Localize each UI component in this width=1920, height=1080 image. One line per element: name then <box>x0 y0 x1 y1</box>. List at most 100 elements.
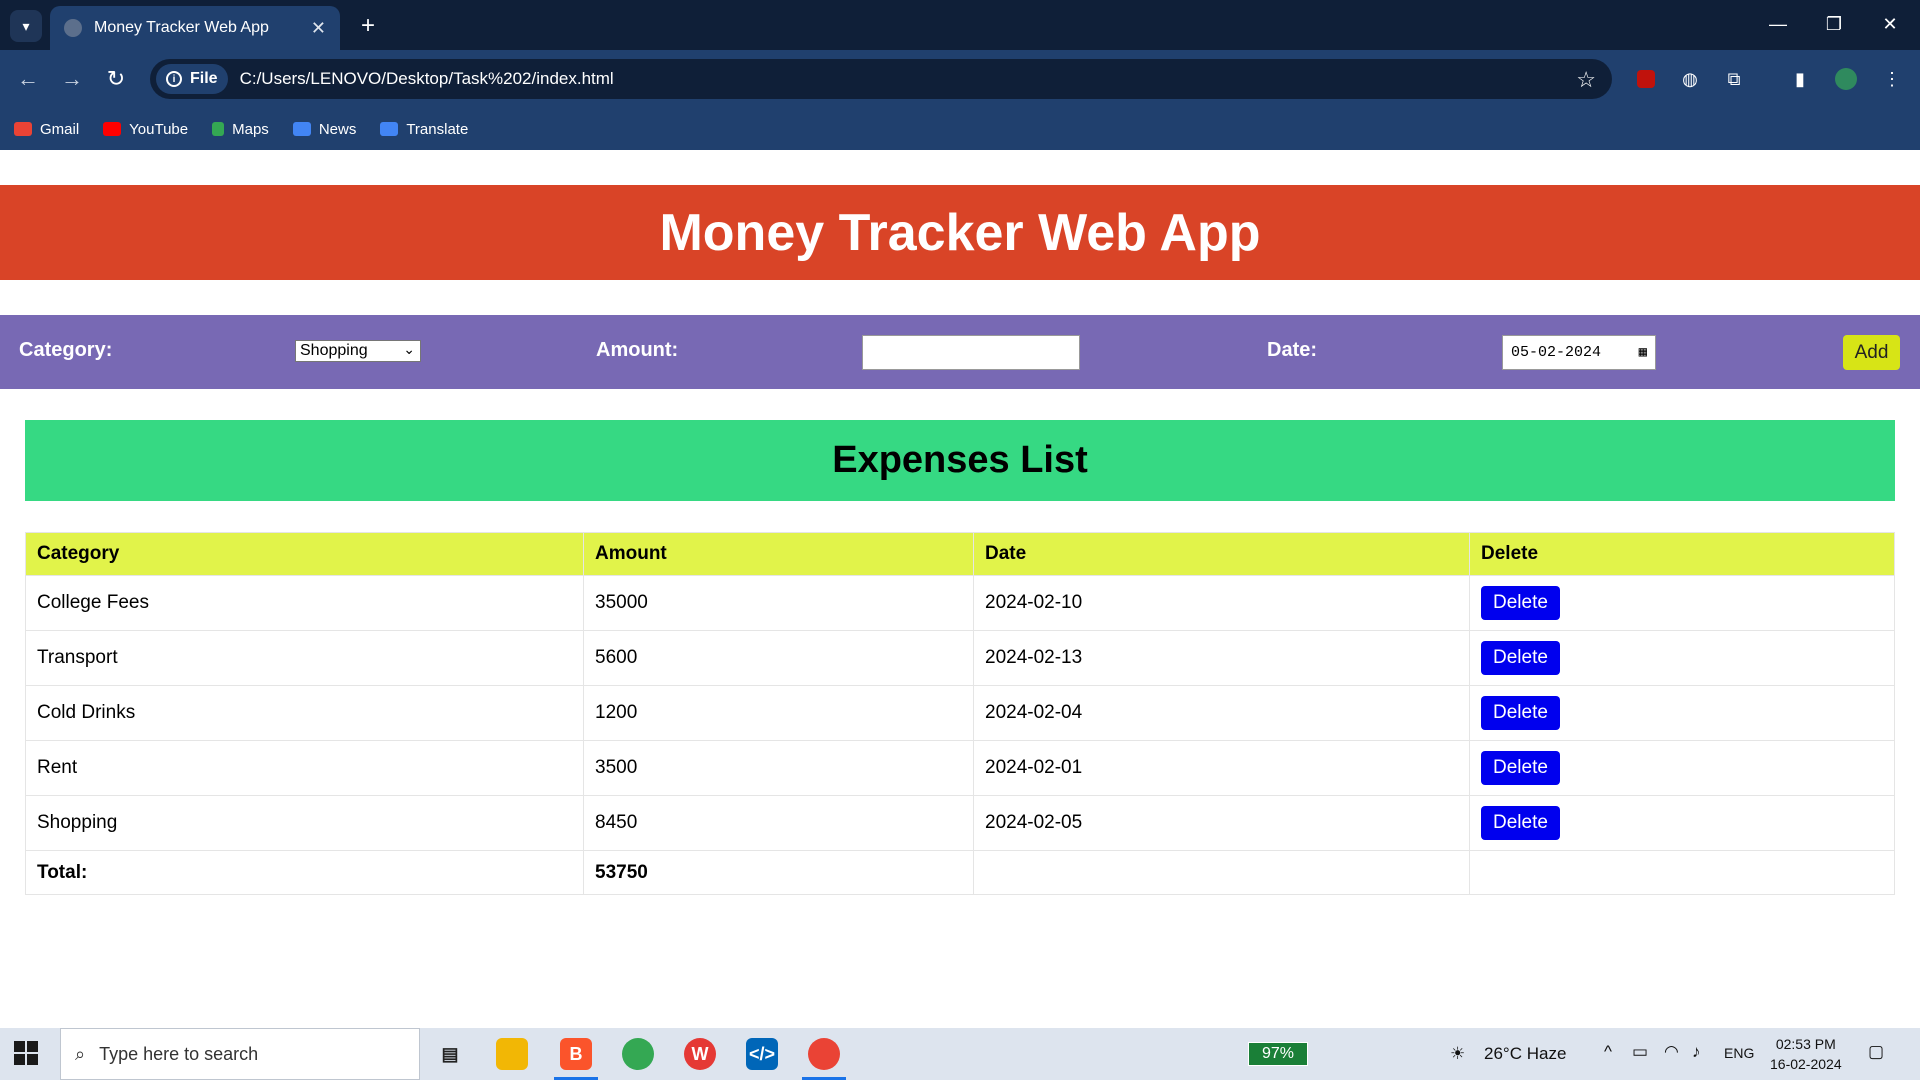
weather-text[interactable]: 26°C Haze <box>1484 1044 1566 1064</box>
close-window-icon[interactable]: ✕ <box>1870 8 1910 40</box>
delete-button[interactable]: Delete <box>1481 806 1560 840</box>
wifi-icon[interactable]: ◠ <box>1664 1042 1679 1062</box>
battery-icon[interactable]: ▭ <box>1632 1042 1648 1062</box>
cell-amount: 3500 <box>583 740 974 796</box>
search-icon: ⌕ <box>75 1043 86 1064</box>
extensions-puzzle-icon[interactable]: ⧉ <box>1718 63 1750 95</box>
windows-start-icon[interactable] <box>14 1041 38 1065</box>
vscode-icon[interactable]: </> <box>746 1038 778 1070</box>
address-bar[interactable]: i File C:/Users/LENOVO/Desktop/Task%202/… <box>150 59 1612 99</box>
wps-office-icon[interactable]: W <box>684 1038 716 1070</box>
bookmark-news[interactable]: News <box>292 121 356 138</box>
header-date: Date <box>973 532 1470 576</box>
expenses-list-header: Expenses List <box>25 420 1895 501</box>
notification-icon[interactable]: ▢ <box>1868 1042 1884 1062</box>
cell-amount: 8450 <box>583 795 974 851</box>
date-label: Date: <box>1267 339 1318 361</box>
cell-category: Shopping <box>25 795 584 851</box>
delete-button[interactable]: Delete <box>1481 696 1560 730</box>
globe-icon <box>64 19 82 37</box>
ublock-icon[interactable] <box>1630 63 1662 95</box>
site-chip-label: File <box>190 70 218 87</box>
expenses-list-title: Expenses List <box>832 439 1088 481</box>
windows-taskbar: ⌕ Type here to search ▤ B W </> 97% ☀ 26… <box>0 1028 1920 1080</box>
amount-input[interactable] <box>862 335 1080 370</box>
reload-icon[interactable]: ↻ <box>100 63 132 95</box>
table-row: Transport 5600 2024-02-13 Delete <box>25 630 1895 686</box>
tray-chevron-icon[interactable]: ^ <box>1604 1042 1612 1062</box>
cell-date: 2024-02-04 <box>973 685 1470 741</box>
date-input[interactable]: 05-02-2024 ▦ <box>1502 335 1656 370</box>
close-tab-icon[interactable]: ✕ <box>311 18 326 39</box>
browser-tab[interactable]: Money Tracker Web App ✕ <box>50 6 340 50</box>
add-button[interactable]: Add <box>1843 335 1900 370</box>
table-row: Rent 3500 2024-02-01 Delete <box>25 740 1895 796</box>
table-row: College Fees 35000 2024-02-10 Delete <box>25 575 1895 631</box>
taskbar-search[interactable]: ⌕ Type here to search <box>60 1028 420 1080</box>
total-empty-cell <box>1469 850 1895 895</box>
chrome-icon[interactable] <box>622 1038 654 1070</box>
bookmark-maps[interactable]: Maps <box>212 121 269 138</box>
youtube-icon <box>103 122 122 136</box>
gmail-icon <box>14 122 32 136</box>
expense-form: Category: Shopping ⌄ Amount: Date: 05-02… <box>0 315 1920 389</box>
url-text: C:/Users/LENOVO/Desktop/Task%202/index.h… <box>239 69 614 88</box>
table-row: Shopping 8450 2024-02-05 Delete <box>25 795 1895 851</box>
bookmark-star-icon[interactable]: ☆ <box>1576 67 1596 93</box>
total-empty-cell <box>973 850 1470 895</box>
back-icon[interactable]: ← <box>12 63 44 95</box>
bookmarks-bar: Gmail YouTube Maps News Translate <box>0 108 1920 150</box>
date-input-value: 05-02-2024 <box>1511 344 1602 361</box>
profile-avatar[interactable] <box>1830 63 1862 95</box>
cell-amount: 35000 <box>583 575 974 631</box>
cell-category: Cold Drinks <box>25 685 584 741</box>
cell-date: 2024-02-05 <box>973 795 1470 851</box>
minimize-icon[interactable]: — <box>1758 8 1798 40</box>
bookmark-youtube[interactable]: YouTube <box>103 121 188 138</box>
cell-amount: 1200 <box>583 685 974 741</box>
delete-button[interactable]: Delete <box>1481 586 1560 620</box>
cell-date: 2024-02-01 <box>973 740 1470 796</box>
header-category: Category <box>25 532 584 576</box>
cell-amount: 5600 <box>583 630 974 686</box>
expenses-table: Category Amount Date Delete College Fees… <box>25 532 1895 895</box>
file-explorer-icon[interactable] <box>496 1038 528 1070</box>
brave-icon[interactable]: B <box>560 1038 592 1070</box>
globe-extension-icon[interactable]: ◍ <box>1674 63 1706 95</box>
delete-button[interactable]: Delete <box>1481 751 1560 785</box>
cell-category: Rent <box>25 740 584 796</box>
category-label: Category: <box>19 339 113 361</box>
menu-kebab-icon[interactable]: ⋮ <box>1876 63 1908 95</box>
table-header-row: Category Amount Date Delete <box>25 532 1895 576</box>
bookmark-translate[interactable]: Translate <box>380 121 468 138</box>
volume-icon[interactable]: ♪ <box>1692 1042 1701 1062</box>
forward-icon[interactable]: → <box>56 63 88 95</box>
browser-tab-bar: ▾ Money Tracker Web App ✕ + — ❐ ✕ <box>0 0 1920 50</box>
maps-icon <box>212 122 225 136</box>
category-select[interactable]: Shopping ⌄ <box>295 340 421 362</box>
page-content: Money Tracker Web App Category: Shopping… <box>0 150 1920 1028</box>
site-info-chip[interactable]: i File <box>156 64 228 94</box>
side-panel-icon[interactable]: ▮ <box>1784 63 1816 95</box>
total-row: Total: 53750 <box>25 850 1895 895</box>
bookmark-gmail[interactable]: Gmail <box>14 121 79 138</box>
browser-toolbar: ← → ↻ i File C:/Users/LENOVO/Desktop/Tas… <box>0 50 1920 108</box>
task-view-icon[interactable]: ▤ <box>434 1038 466 1070</box>
weather-icon: ☀ <box>1450 1044 1466 1063</box>
cell-date: 2024-02-10 <box>973 575 1470 631</box>
language-indicator[interactable]: ENG <box>1724 1045 1754 1061</box>
header-delete: Delete <box>1469 532 1895 576</box>
delete-button[interactable]: Delete <box>1481 641 1560 675</box>
cell-delete: Delete <box>1469 575 1895 631</box>
app-header: Money Tracker Web App <box>0 185 1920 280</box>
clock-time: 02:53 PM <box>1775 1036 1836 1052</box>
cell-delete: Delete <box>1469 795 1895 851</box>
taskbar-search-placeholder: Type here to search <box>99 1043 259 1064</box>
new-tab-icon[interactable]: + <box>352 10 384 42</box>
taskbar-clock[interactable]: 02:53 PM 16-02-2024 <box>1770 1034 1842 1074</box>
restore-icon[interactable]: ❐ <box>1814 8 1854 40</box>
clock-date: 16-02-2024 <box>1770 1056 1842 1072</box>
tab-search-icon[interactable]: ▾ <box>10 10 42 42</box>
chrome-profile-icon[interactable] <box>808 1038 840 1070</box>
calendar-icon[interactable]: ▦ <box>1639 344 1647 361</box>
